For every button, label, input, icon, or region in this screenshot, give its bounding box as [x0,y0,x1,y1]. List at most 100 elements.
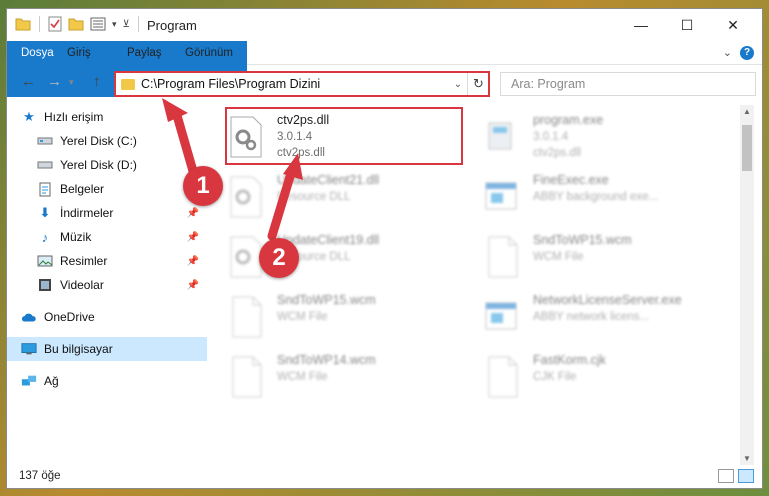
downloads-icon: ⬇ [39,205,51,220]
pictures-icon [37,253,53,269]
file-item[interactable]: SndToWP14.wcm WCM File [221,349,461,405]
file-item[interactable]: FastKorm.cjk CJK File [477,349,717,405]
dll-gear-icon [230,176,262,218]
sidebar-item-label: OneDrive [44,310,95,324]
sidebar-item-label: Ağ [44,374,59,388]
sidebar-item-label: Hızlı erişim [44,110,104,124]
file-name: SndToWP15.wcm [533,233,632,247]
cloud-icon [21,309,37,325]
sidebar-item-pictures[interactable]: Resimler 📌 [7,249,207,273]
step-badge-2: 2 [259,238,299,278]
scroll-thumb[interactable] [742,125,752,171]
pin-down-icon[interactable]: ⊻ [123,19,130,30]
sidebar-item-onedrive[interactable]: OneDrive [7,305,207,329]
window-title: Program [147,18,197,33]
pin-icon[interactable]: 📌 [187,256,199,267]
sidebar-item-downloads[interactable]: ⬇ İndirmeler 📌 [7,201,207,225]
sidebar-item-label: Yerel Disk (C:) [60,134,137,148]
sidebar-item-label: Bu bilgisayar [44,342,113,356]
sidebar-item-this-pc[interactable]: Bu bilgisayar [7,337,207,361]
scroll-up-icon[interactable]: ▲ [740,107,754,116]
file-description: WCM File [277,311,328,323]
sidebar-item-music[interactable]: ♪ Müzik 📌 [7,225,207,249]
quick-access-toolbar: ▾ ⊻ [15,16,141,32]
sidebar-item-label: Müzik [60,230,92,244]
pin-icon[interactable]: 📌 [187,280,199,291]
blank-file-icon [488,356,518,398]
sidebar-item-label: Videolar [60,278,104,292]
music-icon: ♪ [41,229,49,245]
file-name: UpdateClient21.dll [277,173,380,187]
up-arrow-icon[interactable]: ↑ [93,73,101,90]
scroll-down-icon[interactable]: ▼ [740,454,754,463]
file-description: ABBY network licens... [533,311,650,323]
blank-file-icon [232,296,262,338]
sidebar-item-quick-access[interactable]: ★ Hızlı erişim [7,105,207,129]
blank-file-icon [488,236,518,278]
blank-file-icon [232,356,262,398]
maximize-button[interactable]: ☐ [664,9,710,41]
file-name: SndToWP14.wcm [277,353,376,367]
new-folder-icon[interactable] [68,17,84,31]
tab-share[interactable]: Paylaş [117,41,172,65]
star-icon: ★ [23,109,35,124]
ribbon-tabs: Dosya Giriş Paylaş Görünüm ⌄ ? [7,41,762,97]
pin-icon[interactable]: 📌 [187,232,199,243]
app-window-icon [485,302,517,330]
customize-icon[interactable] [90,17,106,31]
divider [39,16,40,32]
sidebar-item-documents[interactable]: Belgeler [7,177,207,201]
search-input[interactable]: Ara: Program [500,72,756,96]
sidebar-item-drive-c[interactable]: Yerel Disk (C:) [7,129,207,153]
title-bar: ▾ ⊻ Program — ☐ ✕ [7,9,762,41]
navigation-pane: ★ Hızlı erişim Yerel Disk (C:) Yerel Dis… [7,105,207,465]
sidebar-item-videos[interactable]: Videolar 📌 [7,273,207,297]
file-description: ctv2ps.dll [533,147,581,159]
sidebar-item-label: Belgeler [60,182,105,196]
divider [137,16,139,32]
file-name: FastKorm.cjk [533,353,606,367]
file-item[interactable]: NetworkLicenseServer.exe ABBY network li… [477,289,717,345]
sidebar-item-label: İndirmeler [60,206,114,220]
pin-icon[interactable]: 📌 [187,208,199,219]
expand-ribbon-icon[interactable]: ⌄ [723,46,732,59]
file-name: FineExec.exe [533,173,609,187]
file-highlight [225,107,463,165]
sidebar-item-drive-d[interactable]: Yerel Disk (D:) [7,153,207,177]
drive-icon [37,157,53,173]
status-bar: 137 öğe [7,466,762,488]
vertical-scrollbar[interactable]: ▲ ▼ [740,105,754,465]
drive-icon [37,133,53,149]
network-icon [21,373,37,389]
file-description: Resource DLL [277,191,351,203]
help-icon[interactable]: ? [740,46,754,60]
large-icons-view-icon[interactable] [738,469,754,483]
file-item[interactable]: UpdateClient19.dll Resource DLL [221,229,461,285]
file-item[interactable]: SndToWP15.wcm WCM File [477,229,717,285]
file-item[interactable]: SndToWP15.wcm WCM File [221,289,461,345]
folder-icon[interactable] [15,17,31,31]
chevron-down-icon[interactable]: ▾ [112,19,117,30]
file-name: program.exe [533,113,604,127]
address-highlight [114,71,490,97]
file-description: WCM File [533,251,584,263]
forward-arrow-icon[interactable]: → [47,73,62,90]
back-arrow-icon[interactable]: ← [21,73,36,90]
tab-home[interactable]: Giriş [57,41,101,65]
details-view-icon[interactable] [718,469,734,483]
file-name: NetworkLicenseServer.exe [533,293,682,307]
file-item[interactable]: UpdateClient21.dll Resource DLL [221,169,461,225]
minimize-button[interactable]: — [618,9,664,41]
file-item[interactable]: FineExec.exe ABBY background exe... [477,169,717,225]
exe-icon [488,122,512,150]
sidebar-item-network[interactable]: Ağ [7,369,207,393]
recent-locations-icon[interactable]: ▾ [69,77,74,88]
documents-icon [37,181,53,197]
sidebar-item-label: Resimler [60,254,108,268]
properties-icon[interactable] [48,16,62,32]
file-item[interactable]: program.exe 3.0.1.4 ctv2ps.dll [477,109,717,165]
tab-view[interactable]: Görünüm [175,41,243,65]
item-count: 137 öğe [19,470,61,482]
file-version: 3.0.1.4 [533,131,569,143]
close-button[interactable]: ✕ [710,9,756,41]
